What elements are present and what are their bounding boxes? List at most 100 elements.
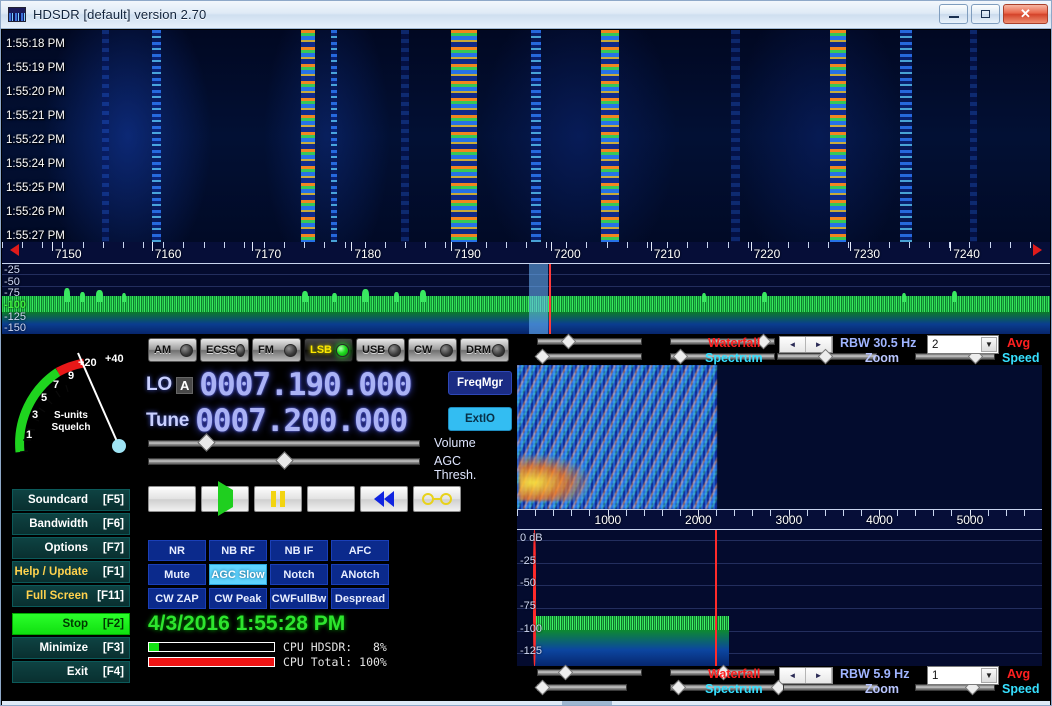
bottom-waterfall-label[interactable]: Waterfall (708, 667, 760, 681)
top-spectrum-contrast-track[interactable] (537, 353, 642, 360)
menu-button-soundcard[interactable]: Soundcard [F5] (12, 489, 130, 511)
top-spin-left-icon[interactable]: ◄ (780, 337, 806, 352)
maximize-button[interactable] (971, 4, 1000, 24)
af-waterfall-display[interactable] (517, 365, 1042, 510)
tick-mark (535, 510, 537, 516)
top-waterfall-contrast-track[interactable] (537, 338, 642, 345)
bottom-speed-label[interactable]: Speed (1002, 682, 1040, 696)
top-spin-right-icon[interactable]: ► (806, 337, 832, 352)
bottom-spectrum-brightness-knob[interactable] (670, 679, 687, 696)
volume-slider-knob[interactable] (197, 433, 216, 452)
rf-spectrum-display[interactable]: -25 -50 -75 -100 -125 -150 (2, 264, 1050, 334)
passband-indicator[interactable] (529, 264, 548, 334)
mode-button-am[interactable]: AM (148, 338, 197, 362)
minimize-button[interactable] (939, 4, 968, 24)
bottom-spectrum-contrast-knob[interactable] (534, 679, 551, 696)
bottom-spectrum-contrast-track[interactable] (537, 684, 627, 691)
mode-button-drm[interactable]: DRM (460, 338, 509, 362)
dsp-button-agc-slow[interactable]: AGC Slow (209, 564, 267, 585)
rf-waterfall-display[interactable]: 1:55:18 PM 1:55:19 PM 1:55:20 PM 1:55:21 PM… (2, 30, 1050, 242)
chevron-down-icon[interactable]: ▼ (981, 337, 997, 352)
tune-frequency-line[interactable] (549, 264, 551, 334)
lo-vfo-badge[interactable]: A (176, 376, 194, 394)
dsp-button-mute[interactable]: Mute (148, 564, 206, 585)
tape-button[interactable] (413, 486, 461, 512)
tick-mark (405, 242, 407, 248)
freqmgr-button[interactable]: FreqMgr (448, 371, 512, 395)
top-waterfall-contrast-knob[interactable] (560, 333, 577, 350)
top-spectrum-brightness-knob[interactable] (672, 348, 689, 365)
af-frequency-scale[interactable]: 1000 2000 3000 4000 5000 (517, 510, 1042, 530)
pause-button[interactable] (254, 486, 302, 512)
bottom-waterfall-contrast-track[interactable] (537, 669, 642, 676)
dsp-button-cw-peak[interactable]: CW Peak (209, 588, 267, 609)
dsp-button-nb-rf[interactable]: NB RF (209, 540, 267, 561)
af-frequency-tick-label: 5000 (956, 513, 984, 527)
bottom-spectrum-label[interactable]: Spectrum (705, 682, 763, 696)
lo-frequency-row[interactable]: LO A 0007.190.000 (146, 367, 446, 403)
waterfall-signal-trace (451, 30, 478, 242)
bottom-avg-label[interactable]: Avg (1007, 667, 1030, 681)
mode-button-lsb[interactable]: LSB (304, 338, 353, 362)
menu-button-minimize[interactable]: Minimize [F3] (12, 637, 130, 659)
dsp-button-afc[interactable]: AFC (331, 540, 389, 561)
dsp-button-nr[interactable]: NR (148, 540, 206, 561)
menu-button-bandwidth[interactable]: Bandwidth [F6] (12, 513, 130, 535)
spectrum-peak (96, 290, 103, 302)
top-spectrum-contrast-knob[interactable] (534, 348, 551, 365)
rewind-button[interactable] (360, 486, 408, 512)
bottom-zoom-track-left[interactable] (783, 684, 878, 691)
menu-button-full-screen[interactable]: Full Screen [F11] (12, 585, 130, 607)
horizontal-scrollbar-thumb[interactable] (562, 701, 612, 705)
agc-slider-knob[interactable] (275, 451, 294, 470)
record-button[interactable] (148, 486, 196, 512)
tick-mark (824, 510, 826, 516)
close-button[interactable]: ✕ (1003, 4, 1048, 24)
dsp-button-notch[interactable]: Notch (270, 564, 328, 585)
dsp-button-despread[interactable]: Despread (331, 588, 389, 609)
af-spectrum-display[interactable]: 0 dB -25 -50 -75 -100 -125 (517, 530, 1042, 666)
tick-mark (324, 242, 326, 248)
tune-frequency-row[interactable]: Tune 0007.200.000 (146, 403, 446, 439)
tick-mark (384, 242, 386, 248)
menu-button-stop[interactable]: Stop [F2] (12, 613, 130, 635)
lo-frequency-value[interactable]: 0007.190.000 (199, 368, 412, 402)
agc-threshold-slider[interactable]: AGC Thresh. (148, 451, 476, 482)
stop-button[interactable] (307, 486, 355, 512)
tick-mark (915, 510, 917, 516)
mode-button-cw[interactable]: CW (408, 338, 457, 362)
dsp-button-anotch[interactable]: ANotch (331, 564, 389, 585)
af-spectrum-gridline (517, 608, 1042, 609)
top-waterfall-label[interactable]: Waterfall (708, 336, 760, 350)
bottom-avg-combo[interactable]: 1 ▼ (927, 666, 999, 685)
bottom-zoom-track-right[interactable] (915, 684, 995, 691)
bottom-spin-left-icon[interactable]: ◄ (780, 668, 806, 683)
dsp-button-cw-zap[interactable]: CW ZAP (148, 588, 206, 609)
mode-button-usb[interactable]: USB (356, 338, 405, 362)
af-filter-edge-right[interactable] (715, 530, 717, 666)
tick-mark (770, 510, 772, 516)
bottom-waterfall-spinner[interactable]: ◄ ► (779, 667, 833, 684)
extio-button[interactable]: ExtIO (448, 407, 512, 431)
menu-button-options[interactable]: Options [F7] (12, 537, 130, 559)
volume-slider[interactable]: Volume (148, 433, 476, 452)
volume-slider-track[interactable] (148, 440, 420, 447)
rf-frequency-scale[interactable]: 7150 7160 7170 7180 7190 7200 7210 7220 7230 7240 (2, 242, 1050, 264)
top-speed-label[interactable]: Speed (1002, 351, 1040, 365)
mode-button-ecss[interactable]: ECSS (200, 338, 249, 362)
menu-button-exit[interactable]: Exit [F4] (12, 661, 130, 683)
tick-mark (987, 510, 989, 516)
top-avg-combo[interactable]: 2 ▼ (927, 335, 999, 354)
menu-button-help-update[interactable]: Help / Update [F1] (12, 561, 130, 583)
tick-mark (553, 510, 555, 516)
dsp-button-nb-if[interactable]: NB IF (270, 540, 328, 561)
tune-frequency-value[interactable]: 0007.200.000 (195, 404, 408, 438)
bottom-waterfall-contrast-knob[interactable] (557, 664, 574, 681)
top-spectrum-label[interactable]: Spectrum (705, 351, 763, 365)
chevron-down-icon[interactable]: ▼ (981, 668, 997, 683)
bottom-spin-right-icon[interactable]: ► (806, 668, 832, 683)
play-button[interactable] (201, 481, 249, 516)
mode-button-fm[interactable]: FM (252, 338, 301, 362)
top-avg-label[interactable]: Avg (1007, 336, 1030, 350)
dsp-button-cwfullbw[interactable]: CWFullBw (270, 588, 328, 609)
